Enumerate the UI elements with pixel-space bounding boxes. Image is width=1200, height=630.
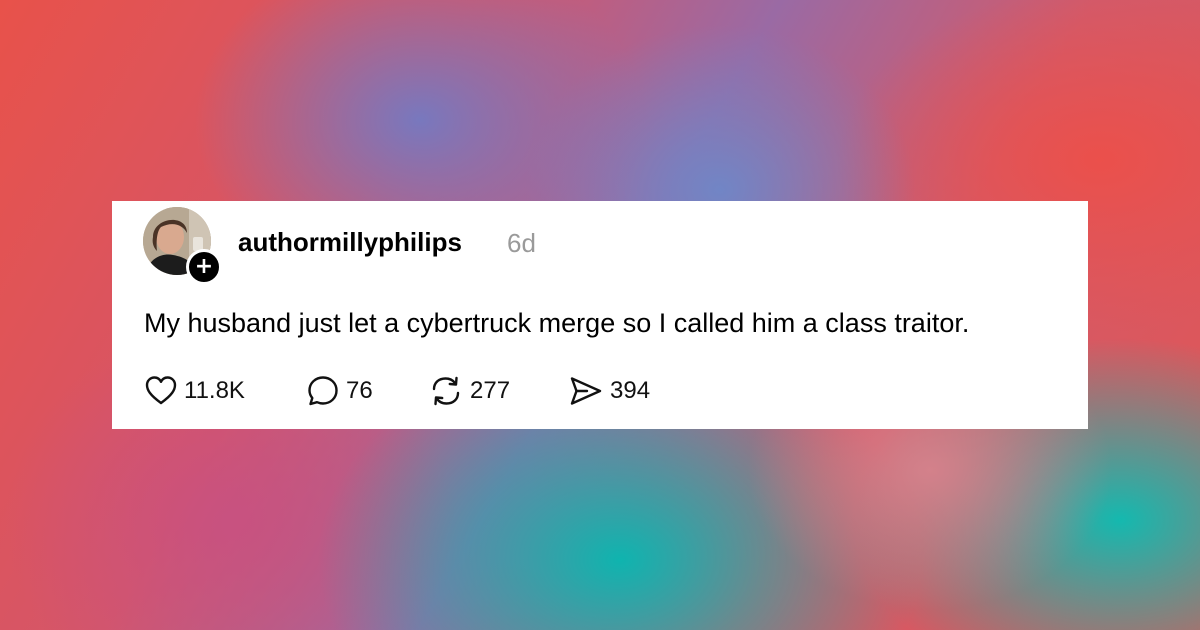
share-count: 394	[610, 377, 651, 404]
username[interactable]: authormillyphilips	[238, 227, 462, 258]
post-text: My husband just let a cybertruck merge s…	[144, 308, 970, 338]
post-card: + authormillyphilips 6d My husband just …	[112, 201, 1088, 429]
follow-plus-icon[interactable]: +	[186, 249, 222, 285]
like-count: 11.8K	[184, 377, 245, 404]
comment-button[interactable]: 76	[306, 373, 373, 409]
post-timestamp: 6d	[507, 228, 536, 258]
share-button[interactable]: 394	[568, 373, 650, 409]
repost-count: 277	[470, 377, 511, 404]
send-icon	[570, 377, 602, 405]
heart-icon	[145, 376, 177, 405]
repost-icon	[432, 376, 460, 406]
comment-bubble-icon	[308, 376, 338, 406]
repost-button[interactable]: 277	[428, 373, 510, 409]
comment-count: 76	[346, 377, 373, 404]
like-button[interactable]: 11.8K	[144, 373, 245, 409]
